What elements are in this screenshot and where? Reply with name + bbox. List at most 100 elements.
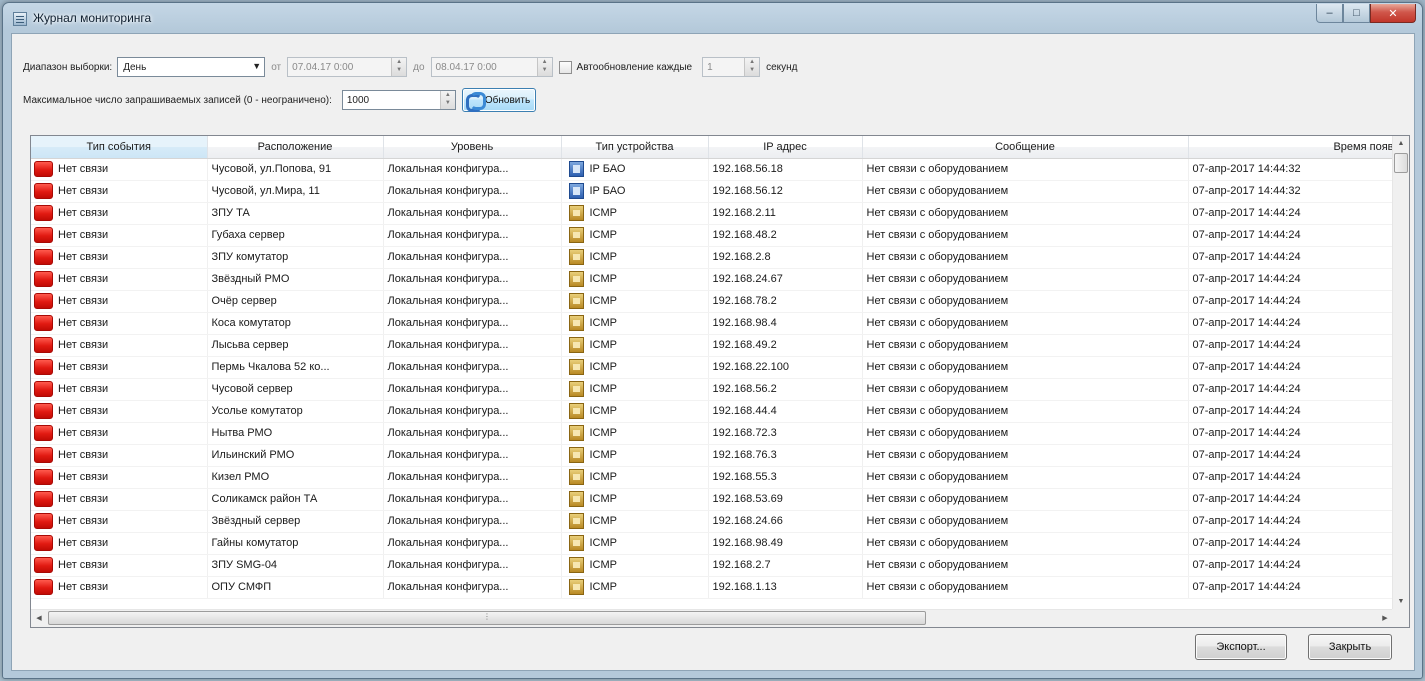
maximize-button[interactable]: □	[1343, 4, 1370, 23]
cell-ip-address: 192.168.98.4	[708, 312, 863, 335]
cell-location: Пермь Чкалова 52 ко...	[207, 356, 384, 379]
table-row[interactable]: Нет связи Губаха сервер Локальная конфигур…	[31, 224, 1399, 247]
table-row[interactable]: Нет связи Звёздный сервер Локальная конфиг…	[31, 510, 1399, 533]
event-type-text: Нет связи	[58, 360, 109, 373]
scroll-left-icon[interactable]: ◀	[31, 610, 47, 627]
max-records-spinner-icon[interactable]: ▲ ▼	[439, 91, 455, 109]
horizontal-scrollbar[interactable]: ◀ ⋮ ▶	[31, 609, 1393, 627]
table-row[interactable]: Нет связи Чусовой, ул.Мира, 11 Локальная к…	[31, 180, 1399, 203]
table-row[interactable]: Нет связи Соликамск район ТА Локальная кон…	[31, 488, 1399, 511]
cell-event-type: Нет связи	[31, 202, 208, 225]
interval-spinner-icon[interactable]: ▲ ▼	[744, 58, 760, 76]
table-row[interactable]: Нет связи Чусовой сервер Локальная конфигу…	[31, 378, 1399, 401]
table-row[interactable]: Нет связи Усолье комутатор Локальная конфи…	[31, 400, 1399, 423]
to-datetime-field[interactable]: 08.04.17 0:00 ▲ ▼	[430, 57, 553, 77]
table-row[interactable]: Нет связи Кизел РМО Локальная конфигура...…	[31, 466, 1399, 489]
error-status-icon	[34, 183, 53, 199]
cell-device-type: ICMP	[561, 334, 709, 357]
cell-message: Нет связи с оборудованием	[862, 466, 1189, 489]
error-status-icon	[34, 381, 53, 397]
table-row[interactable]: Нет связи ЗПУ SMG-04 Локальная конфигура..…	[31, 554, 1399, 577]
cell-event-type: Нет связи	[31, 158, 208, 181]
device-type-text: ICMP	[589, 404, 618, 417]
table-row[interactable]: Нет связи Ильинский РМО Локальная конфигур…	[31, 444, 1399, 467]
vertical-scroll-thumb[interactable]	[1394, 153, 1408, 173]
device-type-text: ICMP	[589, 294, 618, 307]
minimize-button[interactable]: –	[1316, 4, 1343, 23]
table-row[interactable]: Нет связи Чусовой, ул.Попова, 91 Локальная…	[31, 158, 1399, 181]
icmp-device-icon	[568, 249, 584, 265]
table-row[interactable]: Нет связи Пермь Чкалова 52 ко... Локальная…	[31, 356, 1399, 379]
to-spinner-icon[interactable]: ▲ ▼	[536, 58, 552, 76]
table-row[interactable]: Нет связи Звёздный РМО Локальная конфигура…	[31, 268, 1399, 291]
icmp-device-icon	[568, 579, 584, 595]
cell-event-type: Нет связи	[31, 268, 208, 291]
device-type-text: ICMP	[589, 338, 618, 351]
vertical-scrollbar[interactable]: ▲ ▼	[1392, 136, 1409, 610]
event-type-text: Нет связи	[58, 514, 109, 527]
refresh-icon	[465, 92, 486, 112]
autorefresh-checkbox[interactable]	[558, 60, 572, 74]
column-header-event-type[interactable]: Тип события	[31, 136, 208, 159]
event-type-text: Нет связи	[58, 558, 109, 571]
column-header-level[interactable]: Уровень	[383, 136, 562, 159]
cell-event-type: Нет связи	[31, 422, 208, 445]
cell-device-type: ICMP	[561, 488, 709, 511]
cell-event-type: Нет связи	[31, 488, 208, 511]
cell-level: Локальная конфигура...	[383, 444, 562, 467]
close-window-button[interactable]: ✕	[1370, 4, 1416, 23]
table-row[interactable]: Нет связи Коса комутатор Локальная конфигу…	[31, 312, 1399, 335]
table-row[interactable]: Нет связи Лысьва сервер Локальная конфигур…	[31, 334, 1399, 357]
table-row[interactable]: Нет связи Нытва РМО Локальная конфигура...…	[31, 422, 1399, 445]
column-header-time[interactable]: Время появ	[1188, 136, 1399, 159]
cell-device-type: ICMP	[561, 246, 709, 269]
cell-device-type: ICMP	[561, 356, 709, 379]
refresh-button[interactable]: Обновить	[461, 88, 537, 112]
table-row[interactable]: Нет связи ЗПУ ТА Локальная конфигура... ICM…	[31, 202, 1399, 225]
export-button[interactable]: Экспорт...	[1195, 634, 1287, 660]
cell-level: Локальная конфигура...	[383, 510, 562, 533]
range-select[interactable]: День ▼	[117, 57, 266, 77]
title-bar[interactable]: Журнал мониторинга – □ ✕	[3, 3, 1422, 33]
event-type-text: Нет связи	[58, 294, 109, 307]
column-header-location[interactable]: Расположение	[207, 136, 384, 159]
cell-message: Нет связи с оборудованием	[862, 290, 1189, 313]
column-header-ip-address[interactable]: IP адрес	[708, 136, 863, 159]
cell-message: Нет связи с оборудованием	[862, 224, 1189, 247]
table-row[interactable]: Нет связи ЗПУ комутатор Локальная конфигур…	[31, 246, 1399, 269]
from-datetime-field[interactable]: 07.04.17 0:00 ▲ ▼	[287, 57, 408, 77]
cell-location: ЗПУ SMG-04	[207, 554, 384, 577]
cell-device-type: ICMP	[561, 554, 709, 577]
cell-ip-address: 192.168.44.4	[708, 400, 863, 423]
window-title: Журнал мониторинга	[33, 11, 152, 25]
scroll-right-icon[interactable]: ▶	[1377, 610, 1393, 627]
close-button[interactable]: Закрыть	[1308, 634, 1392, 660]
column-header-device-type[interactable]: Тип устройства	[561, 136, 709, 159]
autorefresh-interval-field[interactable]: 1 ▲ ▼	[702, 57, 761, 77]
icmp-device-icon	[568, 403, 584, 419]
icmp-device-icon	[568, 227, 584, 243]
cell-device-type: IP БАО	[561, 158, 709, 181]
horizontal-scroll-thumb[interactable]: ⋮	[48, 611, 926, 625]
cell-message: Нет связи с оборудованием	[862, 576, 1189, 599]
table-row[interactable]: Нет связи Гайны комутатор Локальная конфиг…	[31, 532, 1399, 555]
table-row[interactable]: Нет связи Очёр сервер Локальная конфигура.…	[31, 290, 1399, 313]
cell-event-type: Нет связи	[31, 466, 208, 489]
icmp-device-icon	[568, 557, 584, 573]
cell-time: 07-апр-2017 14:44:24	[1188, 290, 1399, 313]
events-table[interactable]: Тип события Расположение Уровень Тип уст…	[30, 135, 1410, 628]
scroll-up-icon[interactable]: ▲	[1393, 136, 1409, 152]
event-type-text: Нет связи	[58, 206, 109, 219]
scroll-down-icon[interactable]: ▼	[1393, 594, 1409, 610]
cell-message: Нет связи с оборудованием	[862, 554, 1189, 577]
cell-device-type: ICMP	[561, 444, 709, 467]
from-spinner-icon[interactable]: ▲ ▼	[391, 58, 407, 76]
max-records-field[interactable]: 1000 ▲ ▼	[341, 90, 456, 110]
client-area: Диапазон выборки: День ▼ от 07.04.17 0:0…	[11, 33, 1415, 671]
table-row[interactable]: Нет связи ОПУ СМФП Локальная конфигура... I…	[31, 576, 1399, 599]
cell-event-type: Нет связи	[31, 356, 208, 379]
cell-ip-address: 192.168.2.7	[708, 554, 863, 577]
cell-time: 07-апр-2017 14:44:24	[1188, 532, 1399, 555]
column-header-message[interactable]: Сообщение	[862, 136, 1189, 159]
error-status-icon	[34, 579, 53, 595]
